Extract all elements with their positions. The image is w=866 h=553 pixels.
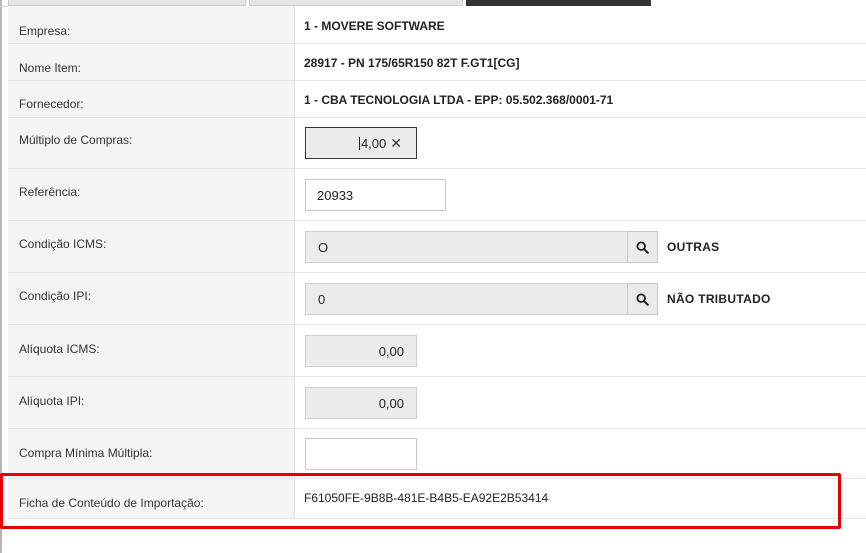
condicao-icms-input[interactable]: O bbox=[305, 231, 628, 263]
search-icon bbox=[636, 292, 649, 306]
left-border bbox=[0, 0, 2, 553]
condicao-icms-value: O bbox=[318, 239, 329, 255]
row-compra-minima-multipla: Compra Mínima Múltipla: bbox=[8, 429, 866, 479]
condicao-ipi-description: NÃO TRIBUTADO bbox=[667, 292, 771, 306]
referencia-input[interactable]: 20933 bbox=[305, 179, 446, 211]
condicao-ipi-label: Condição IPI: bbox=[19, 289, 92, 303]
row-ficha-conteudo-importacao: Ficha de Conteúdo de Importação: F61050F… bbox=[8, 479, 866, 519]
ficha-conteudo-importacao-value: F61050FE-9B8B-481E-B4B5-EA92E2B53414 bbox=[304, 491, 549, 505]
text-caret bbox=[358, 136, 360, 150]
condicao-ipi-value: 0 bbox=[318, 291, 326, 307]
page: Empresa: 1 - MOVERE SOFTWARE Nome Item: … bbox=[0, 0, 866, 553]
multiplo-compras-input[interactable]: 4,00 ✕ bbox=[305, 127, 417, 159]
fornecedor-label: Fornecedor: bbox=[19, 97, 84, 111]
aliquota-ipi-input: 0,00 bbox=[305, 387, 417, 419]
ficha-conteudo-importacao-label: Ficha de Conteúdo de Importação: bbox=[19, 496, 204, 510]
empresa-value: 1 - MOVERE SOFTWARE bbox=[304, 19, 445, 33]
condicao-icms-label: Condição ICMS: bbox=[19, 237, 107, 251]
fornecedor-value: 1 - CBA TECNOLOGIA LTDA - EPP: 05.502.36… bbox=[304, 93, 614, 107]
multiplo-compras-label: Múltiplo de Compras: bbox=[19, 133, 133, 147]
compra-minima-multipla-label: Compra Mínima Múltipla: bbox=[19, 446, 153, 460]
row-condicao-ipi: Condição IPI: 0 NÃO TRIBUTADO bbox=[8, 273, 866, 325]
aliquota-ipi-value: 0,00 bbox=[378, 395, 404, 411]
aliquota-ipi-label: Alíquota IPI: bbox=[19, 394, 85, 408]
compra-minima-multipla-input[interactable] bbox=[305, 438, 417, 470]
row-referencia: Referência: 20933 bbox=[8, 169, 866, 221]
row-fornecedor: Fornecedor: 1 - CBA TECNOLOGIA LTDA - EP… bbox=[8, 81, 866, 118]
row-condicao-icms: Condição ICMS: O OUTRAS bbox=[8, 221, 866, 273]
row-aliquota-icms: Alíquota ICMS: 0,00 bbox=[8, 325, 866, 377]
aliquota-icms-label: Alíquota ICMS: bbox=[19, 342, 100, 356]
multiplo-compras-value: 4,00 bbox=[360, 135, 387, 151]
condicao-icms-description: OUTRAS bbox=[667, 240, 720, 254]
row-aliquota-ipi: Alíquota IPI: 0,00 bbox=[8, 377, 866, 429]
close-icon[interactable]: ✕ bbox=[390, 135, 402, 152]
referencia-value: 20933 bbox=[317, 187, 354, 203]
nome-item-label: Nome Item: bbox=[19, 61, 82, 75]
aliquota-icms-value: 0,00 bbox=[378, 343, 404, 359]
search-icon bbox=[636, 240, 649, 254]
nome-item-value: 28917 - PN 175/65R150 82T F.GT1[CG] bbox=[304, 56, 520, 70]
row-empresa: Empresa: 1 - MOVERE SOFTWARE bbox=[8, 6, 866, 44]
empresa-label: Empresa: bbox=[19, 24, 71, 38]
condicao-ipi-search-button[interactable] bbox=[627, 283, 658, 315]
row-multiplo-compras: Múltiplo de Compras: 4,00 ✕ bbox=[8, 118, 866, 169]
row-nome-item: Nome Item: 28917 - PN 175/65R150 82T F.G… bbox=[8, 44, 866, 81]
aliquota-icms-input: 0,00 bbox=[305, 335, 417, 367]
referencia-label: Referência: bbox=[19, 185, 81, 199]
item-form: Empresa: 1 - MOVERE SOFTWARE Nome Item: … bbox=[8, 6, 866, 519]
condicao-icms-search-button[interactable] bbox=[627, 231, 658, 263]
condicao-ipi-input[interactable]: 0 bbox=[305, 283, 628, 315]
